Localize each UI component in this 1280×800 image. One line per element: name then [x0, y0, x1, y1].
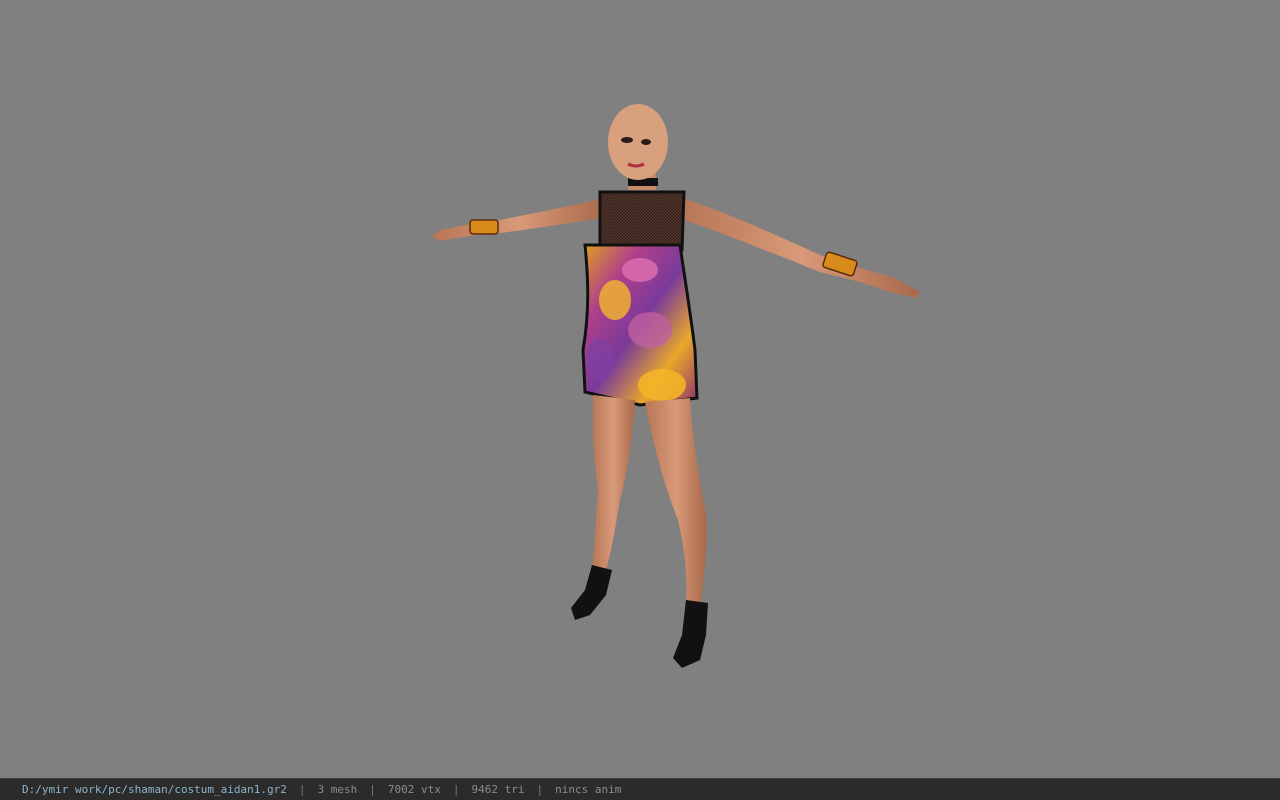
- left-shoe: [571, 565, 612, 620]
- mesh-count: 3 mesh: [317, 783, 358, 796]
- head: [608, 104, 668, 180]
- eye-left: [621, 137, 633, 143]
- separator: |: [452, 783, 460, 796]
- right-leg: [645, 398, 707, 608]
- status-bar: D:/ymir work/pc/shaman/costum_aidan1.gr2…: [0, 778, 1280, 800]
- left-arm: [432, 198, 606, 241]
- right-shoe: [673, 600, 708, 668]
- eye-right: [641, 139, 651, 145]
- 3d-viewport[interactable]: [0, 0, 1280, 778]
- character-model: [432, 104, 920, 668]
- mesh-top: [598, 190, 686, 252]
- vertex-count: 7002 vtx: [387, 783, 441, 796]
- animation-status: nincs anim: [555, 783, 622, 796]
- separator: |: [369, 783, 376, 796]
- left-leg: [592, 395, 635, 575]
- triangle-count: 9462 tri: [471, 783, 525, 796]
- separator: |: [298, 783, 306, 796]
- file-path: D:/ymir work/pc/shaman/costum_aidan1.gr2: [22, 783, 287, 796]
- left-wrist-cuff: [469, 219, 499, 235]
- separator: |: [536, 783, 544, 796]
- right-arm: [682, 198, 920, 298]
